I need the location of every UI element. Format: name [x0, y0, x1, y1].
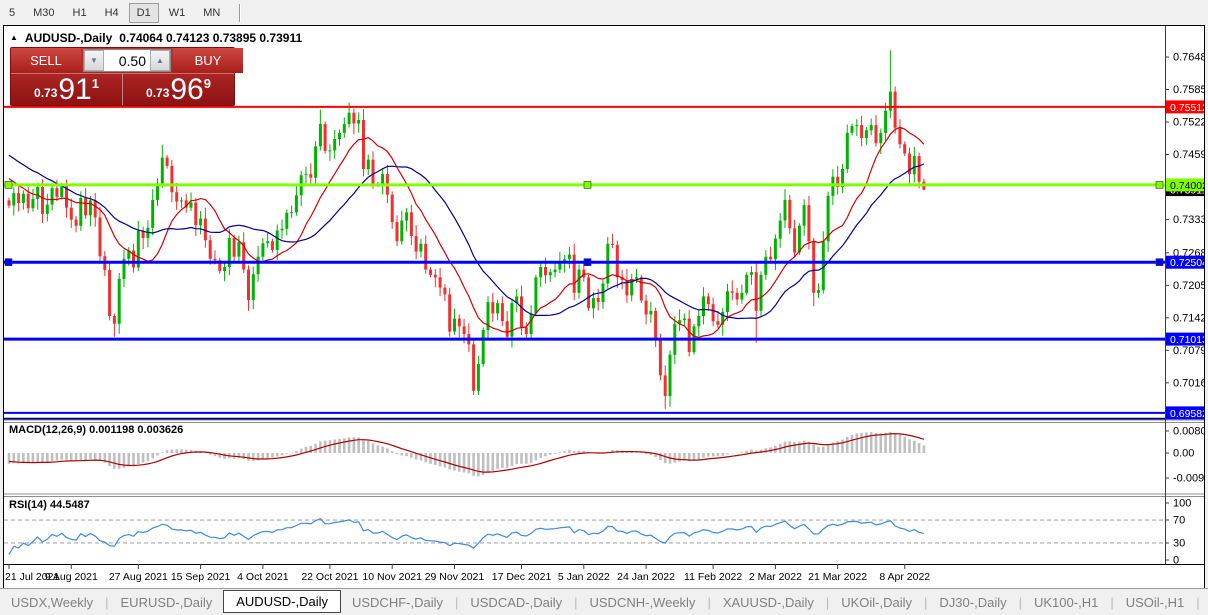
- svg-text:9 Aug 2021: 9 Aug 2021: [45, 571, 98, 583]
- svg-text:21 Mar 2022: 21 Mar 2022: [808, 571, 867, 583]
- svg-text:0.008061: 0.008061: [1173, 426, 1204, 438]
- tab-usdcnh-weekly[interactable]: USDCNH-,Weekly: [579, 592, 707, 613]
- svg-text:30: 30: [1173, 538, 1185, 550]
- svg-text:0.76480: 0.76480: [1173, 52, 1204, 64]
- chart-title: ▲ AUDUSD-,Daily 0.74064 0.74123 0.73895 …: [10, 31, 302, 45]
- svg-text:0.75220: 0.75220: [1173, 117, 1204, 129]
- svg-text:29 Nov 2021: 29 Nov 2021: [425, 571, 485, 583]
- timeframe-button-h1[interactable]: H1: [65, 3, 95, 23]
- toolbar-separator: [239, 4, 241, 22]
- buy-price-display[interactable]: 0.73 96 9: [123, 74, 234, 105]
- sell-price-prefix: 0.73: [34, 83, 57, 103]
- svg-text:0.72504: 0.72504: [1170, 257, 1204, 269]
- svg-text:-0.009286: -0.009286: [1173, 473, 1204, 485]
- volume-spinner: ▼ ▲: [83, 49, 171, 72]
- timeframe-button-h4[interactable]: H4: [97, 3, 127, 23]
- tab-usoil-h1[interactable]: USOil-,H1: [1115, 592, 1196, 613]
- sell-price-big: 91: [58, 77, 91, 103]
- chart-canvas[interactable]: 0.764800.758500.752200.745900.733300.726…: [4, 26, 1204, 587]
- svg-text:22 Oct 2021: 22 Oct 2021: [301, 571, 358, 583]
- sell-button[interactable]: SELL: [11, 48, 81, 73]
- tab-dj30-daily[interactable]: DJ30-,Daily: [928, 592, 1017, 613]
- svg-text:0.75850: 0.75850: [1173, 84, 1204, 96]
- svg-text:2 Mar 2022: 2 Mar 2022: [749, 571, 802, 583]
- tab-usdchf-daily[interactable]: USDCHF-,Daily: [341, 592, 454, 613]
- svg-text:0.72055: 0.72055: [1173, 280, 1204, 292]
- svg-text:17 Dec 2021: 17 Dec 2021: [492, 571, 552, 583]
- chart-symbol-label: AUDUSD-,Daily: [25, 31, 112, 45]
- symbol-collapse-icon[interactable]: ▲: [10, 33, 18, 42]
- timeframe-button-5[interactable]: 5: [1, 3, 23, 23]
- macd-indicator-label: MACD(12,26,9) 0.001198 0.003626: [9, 424, 183, 436]
- one-click-trading-widget: SELL ▼ ▲ BUY 0.73 91 1 0.73 96 9: [10, 47, 235, 106]
- buy-price-sup: 9: [204, 76, 211, 91]
- svg-text:0.00: 0.00: [1173, 448, 1194, 460]
- timeframe-button-mn[interactable]: MN: [195, 3, 228, 23]
- timeframe-toolbar: 5M30H1H4D1W1MN: [0, 0, 1208, 25]
- timeframe-button-m30[interactable]: M30: [25, 3, 62, 23]
- svg-text:0.75512: 0.75512: [1170, 102, 1204, 114]
- svg-text:27 Aug 2021: 27 Aug 2021: [109, 571, 168, 583]
- volume-down-icon[interactable]: ▼: [84, 50, 104, 71]
- svg-text:10 Nov 2021: 10 Nov 2021: [362, 571, 422, 583]
- svg-text:0.74590: 0.74590: [1173, 149, 1204, 161]
- svg-text:4 Oct 2021: 4 Oct 2021: [237, 571, 289, 583]
- chart-ohlc-values: 0.74064 0.74123 0.73895 0.73911: [119, 31, 302, 45]
- mt4-terminal: 5M30H1H4D1W1MN 0.76480 0.75850 0.75220 0.74…: [0, 0, 1208, 615]
- tab-xauusd-daily[interactable]: XAUUSD-,Daily: [712, 592, 825, 613]
- svg-text:0.73330: 0.73330: [1173, 214, 1204, 226]
- buy-price-big: 96: [170, 77, 203, 103]
- timeframe-button-d1[interactable]: D1: [129, 3, 159, 23]
- svg-text:0.69582: 0.69582: [1170, 408, 1204, 420]
- rsi-indicator-label: RSI(14) 44.5487: [9, 499, 90, 511]
- timeframe-button-w1[interactable]: W1: [161, 3, 194, 23]
- tab-usdx-weekly[interactable]: USDX,Weekly: [0, 592, 104, 613]
- chart-tab-bar: USDX,Weekly|EURUSD-,DailyAUDUSD-,DailyUS…: [0, 588, 1208, 615]
- sell-price-sup: 1: [92, 76, 99, 91]
- svg-text:100: 100: [1173, 498, 1191, 510]
- chart-window: 0.764800.758500.752200.745900.733300.726…: [3, 25, 1205, 589]
- svg-text:70: 70: [1173, 515, 1185, 527]
- svg-text:0.70165: 0.70165: [1173, 377, 1204, 389]
- svg-text:0: 0: [1173, 555, 1179, 567]
- buy-price-prefix: 0.73: [146, 83, 169, 103]
- svg-text:15 Sep 2021: 15 Sep 2021: [171, 571, 231, 583]
- sell-price-display[interactable]: 0.73 91 1: [11, 74, 123, 105]
- svg-text:8 Apr 2022: 8 Apr 2022: [879, 571, 930, 583]
- tab-audusd-daily[interactable]: AUDUSD-,Daily: [223, 590, 341, 613]
- svg-text:0.71425: 0.71425: [1173, 312, 1204, 324]
- svg-text:0.70795: 0.70795: [1173, 345, 1204, 357]
- svg-text:0.74002: 0.74002: [1170, 180, 1204, 192]
- tab-uk100-h1[interactable]: UK100-,H1: [1023, 592, 1109, 613]
- volume-up-icon[interactable]: ▲: [150, 50, 170, 71]
- buy-button[interactable]: BUY: [173, 48, 243, 73]
- tab-hk50-h1[interactable]: HK50-,H1: [1201, 592, 1208, 613]
- tab-eurusd-daily[interactable]: EURUSD-,Daily: [110, 592, 224, 613]
- svg-text:24 Jan 2022: 24 Jan 2022: [617, 571, 675, 583]
- tab-usdcad-daily[interactable]: USDCAD-,Daily: [459, 592, 573, 613]
- tab-ukoil-daily[interactable]: UKOil-,Daily: [830, 592, 923, 613]
- svg-text:5 Jan 2022: 5 Jan 2022: [558, 571, 610, 583]
- svg-text:11 Feb 2022: 11 Feb 2022: [684, 571, 742, 583]
- volume-input[interactable]: [104, 50, 150, 71]
- svg-text:0.71013: 0.71013: [1170, 334, 1204, 346]
